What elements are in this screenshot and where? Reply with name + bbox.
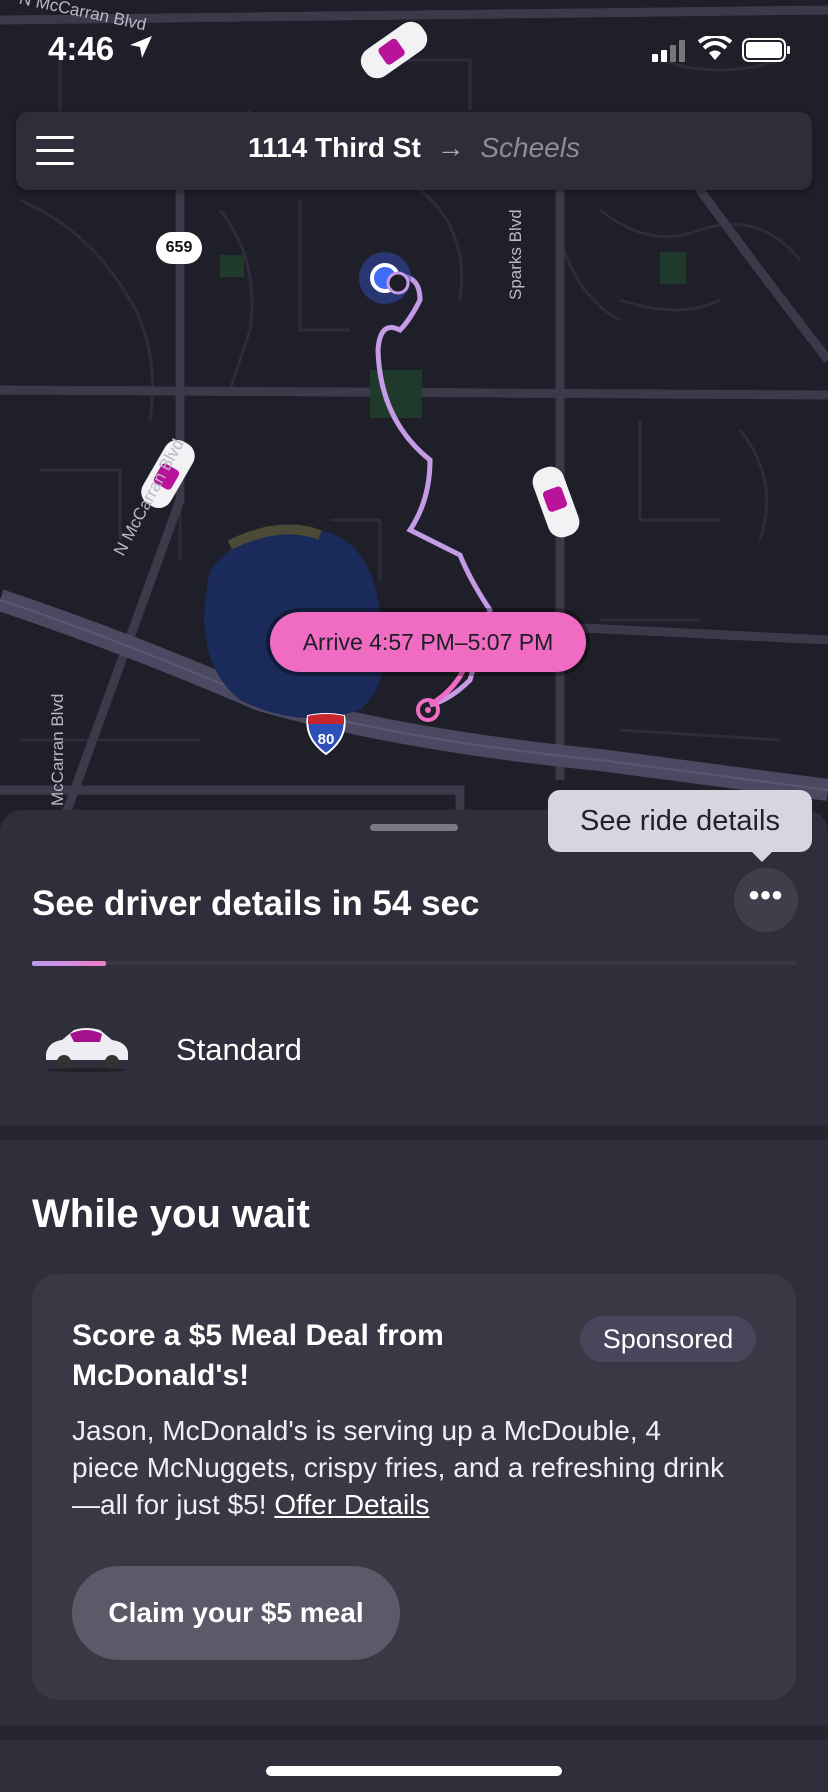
route-origin: 1114 Third St xyxy=(248,132,421,163)
battery-icon xyxy=(742,38,790,62)
street-label: Sparks Blvd xyxy=(506,209,525,300)
car-thumbnail-icon xyxy=(46,1028,128,1072)
route-bar[interactable]: 1114 Third St → Scheels xyxy=(16,112,812,190)
driver-details-title: See driver details in 54 sec xyxy=(32,884,480,923)
wifi-icon xyxy=(698,36,732,60)
progress-fill xyxy=(32,961,106,966)
route-summary[interactable]: 1114 Third St → Scheels xyxy=(16,132,812,164)
tooltip-tail xyxy=(750,850,774,862)
progress-track xyxy=(32,961,796,965)
claim-meal-button[interactable]: Claim your $5 meal xyxy=(72,1566,400,1660)
street-label: McCarran Blvd xyxy=(48,693,67,806)
while-you-wait-heading: While you wait xyxy=(32,1192,310,1236)
status-bar: 4:46 xyxy=(0,0,828,100)
ride-sheet: See driver details in 54 sec ••• Standar… xyxy=(0,810,828,1792)
sponsored-badge: Sponsored xyxy=(580,1316,756,1362)
section-divider xyxy=(0,1126,828,1140)
home-indicator[interactable] xyxy=(266,1766,562,1776)
more-options-button[interactable]: ••• xyxy=(734,868,798,932)
status-time: 4:46 xyxy=(48,30,115,67)
signal-icon xyxy=(652,40,685,62)
sheet-handle[interactable] xyxy=(370,824,458,831)
ride-type-row[interactable]: Standard xyxy=(0,980,828,1118)
highway-badge: 659 xyxy=(156,232,202,264)
ride-details-tooltip[interactable]: See ride details xyxy=(548,790,812,852)
promo-body: Jason, McDonald's is serving up a McDoub… xyxy=(72,1412,732,1523)
section-divider xyxy=(0,1726,828,1740)
offer-details-link[interactable]: Offer Details xyxy=(274,1489,429,1520)
promo-card[interactable]: Score a $5 Meal Deal from McDonald's! Sp… xyxy=(32,1274,796,1700)
arrow-right-icon: → xyxy=(436,132,465,163)
promo-title: Score a $5 Meal Deal from McDonald's! xyxy=(72,1319,444,1392)
eta-pill[interactable]: Arrive 4:57 PM–5:07 PM xyxy=(270,612,586,672)
route-destination: Scheels xyxy=(480,132,580,163)
ride-type-label: Standard xyxy=(176,1032,302,1067)
interstate-shield-icon: 80 xyxy=(306,713,346,756)
svg-text:80: 80 xyxy=(318,731,335,748)
location-arrow-icon xyxy=(130,36,152,58)
